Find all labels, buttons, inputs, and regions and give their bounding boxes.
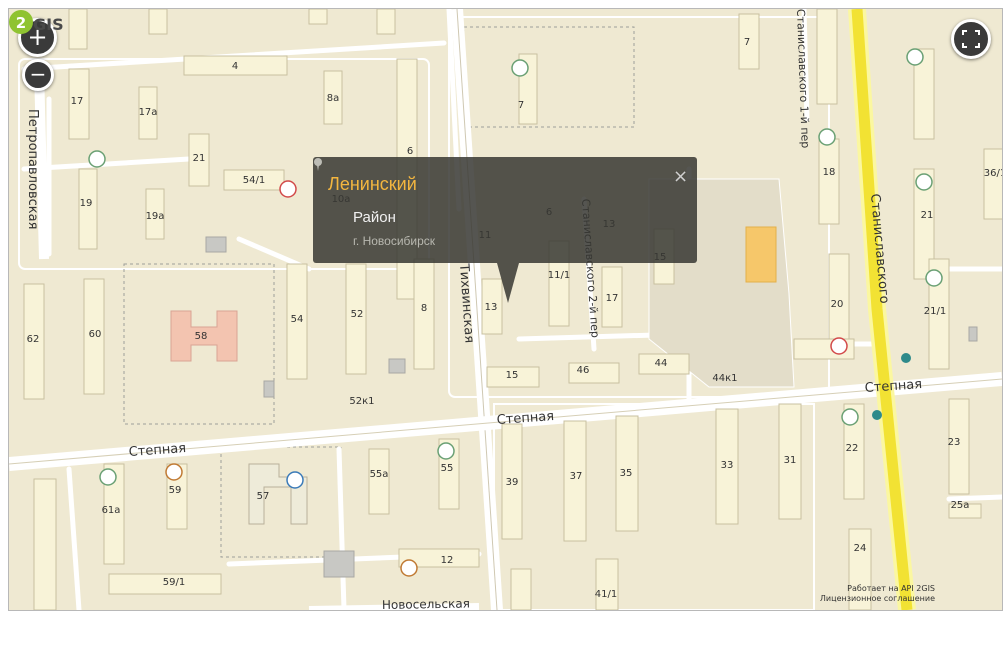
poi-icon: [841, 408, 859, 426]
house-number: 22: [846, 443, 859, 454]
house-number: 59: [169, 485, 182, 496]
house-number: 35: [620, 468, 633, 479]
house-number: 36/1: [984, 168, 1002, 179]
poi-icon: [437, 442, 455, 460]
house-number: 24: [854, 543, 867, 554]
house-number: 7: [518, 100, 524, 111]
poi-icon: [88, 150, 106, 168]
zoom-out-button[interactable]: −: [22, 59, 54, 91]
popup-type-label: Район: [353, 209, 396, 226]
house-number: 52к1: [349, 396, 374, 407]
house-number: 18: [823, 167, 836, 178]
svg-text:GIS: GIS: [33, 15, 64, 34]
house-number: 54/1: [243, 175, 265, 186]
2gis-logo[interactable]: 2 GIS: [9, 9, 69, 37]
house-number: 17: [71, 96, 84, 107]
house-number: 11/1: [548, 270, 570, 281]
attribution-api[interactable]: Работает на API 2GIS: [813, 584, 935, 594]
bus-stop-icon: [901, 353, 911, 363]
house-number: 44к1: [712, 373, 737, 384]
house-number: 55a: [370, 469, 389, 480]
poi-icon: [511, 59, 529, 77]
house-number: 41/1: [595, 589, 617, 600]
map-canvas[interactable]: Петропавловская Тихвинская Степная Степн…: [8, 8, 1003, 611]
poi-icon: [915, 173, 933, 191]
house-number: 7: [744, 37, 750, 48]
house-number: 39: [506, 477, 519, 488]
house-number: 46: [577, 365, 590, 376]
district-popup: Ленинский × Район г. Новосибирск: [313, 157, 697, 303]
house-number: 55: [441, 463, 454, 474]
fullscreen-icon: [962, 30, 980, 48]
house-number: 19a: [146, 211, 165, 222]
house-number: 58: [195, 331, 208, 342]
poi-icon: [99, 468, 117, 486]
house-number: 33: [721, 460, 734, 471]
street-label-petropavlovskaya: Петропавловская: [25, 109, 40, 229]
house-number: 60: [89, 329, 102, 340]
house-number: 17a: [139, 107, 158, 118]
house-number: 8a: [327, 93, 340, 104]
attribution-license[interactable]: Лицензионное соглашение: [813, 594, 935, 604]
location-pin-icon: [314, 158, 322, 171]
house-number: 54: [291, 314, 304, 325]
street-label-novoselskaya: Новосельская: [382, 596, 470, 610]
house-number: 25a: [951, 500, 970, 511]
poi-icon: [165, 463, 183, 481]
house-number: 17: [606, 293, 619, 304]
house-number: 8: [421, 303, 427, 314]
house-number: 44: [655, 358, 668, 369]
house-number: 21/1: [924, 306, 946, 317]
house-number: 6: [407, 146, 413, 157]
house-number: 23: [948, 437, 961, 448]
house-number: 15: [506, 370, 519, 381]
house-number: 19: [80, 198, 93, 209]
fullscreen-button[interactable]: [951, 19, 991, 59]
house-number: 13: [485, 302, 498, 313]
popup-close-button[interactable]: ×: [673, 166, 688, 187]
poi-icon: [830, 337, 848, 355]
popup-tail: [497, 263, 519, 303]
poi-icon: [818, 128, 836, 146]
house-number: 57: [257, 491, 270, 502]
poi-icon: [279, 180, 297, 198]
svg-text:2: 2: [16, 14, 26, 32]
house-number: 31: [784, 455, 797, 466]
house-number: 21: [193, 153, 206, 164]
poi-icon: [400, 559, 418, 577]
poi-icon: [906, 48, 924, 66]
popup-title: Ленинский: [328, 174, 417, 194]
house-number: 62: [27, 334, 40, 345]
poi-icon: [925, 269, 943, 287]
map-layer[interactable]: Петропавловская Тихвинская Степная Степн…: [9, 9, 1002, 610]
house-number: 59/1: [163, 577, 185, 588]
house-number: 37: [570, 471, 583, 482]
house-number: 20: [831, 299, 844, 310]
house-number: 4: [232, 61, 238, 72]
poi-icon: [286, 471, 304, 489]
house-number: 21: [921, 210, 934, 221]
house-number: 52: [351, 309, 364, 320]
attribution: Работает на API 2GIS Лицензионное соглаш…: [813, 584, 935, 604]
house-number: 12: [441, 555, 454, 566]
house-number: 61a: [102, 505, 121, 516]
popup-city-label: г. Новосибирск: [353, 234, 436, 248]
bus-stop-icon: [872, 410, 882, 420]
